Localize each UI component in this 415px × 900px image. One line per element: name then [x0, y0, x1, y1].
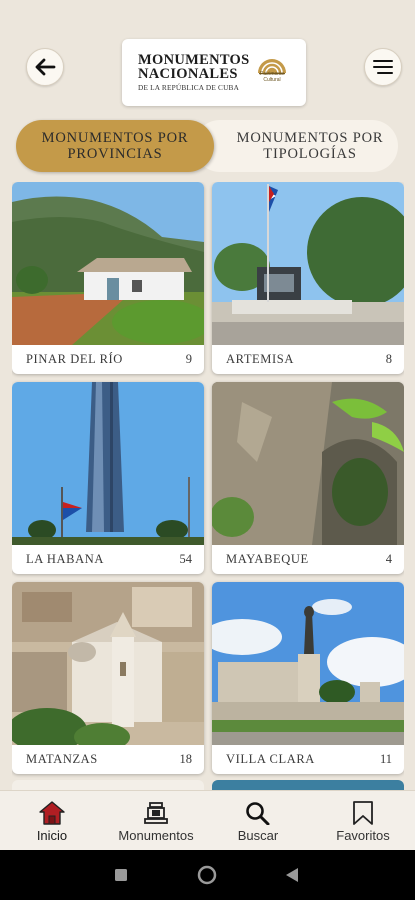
- menu-icon: [373, 60, 393, 74]
- tab-tipologias[interactable]: MONUMENTOS POR TIPOLOGÍAS: [194, 120, 398, 172]
- logo-title-line2: NACIONALES: [138, 66, 238, 82]
- nav-label-monumentos: Monumentos: [118, 828, 194, 843]
- home-system-icon[interactable]: [197, 865, 217, 885]
- back-button[interactable]: [26, 48, 64, 86]
- villa-clara-photo: [212, 582, 404, 745]
- logo-subtitle: DE LA REPÚBLICA DE CUBA: [138, 83, 240, 92]
- monument-icon: [144, 802, 168, 824]
- system-navigation-bar: [0, 850, 415, 900]
- province-card-villa-clara[interactable]: VILLA CLARA 11: [212, 582, 404, 774]
- bookmark-icon: [353, 801, 373, 825]
- monument-count: 54: [179, 552, 193, 566]
- bottom-navigation: Inicio Monumentos Buscar Favoritos: [0, 790, 415, 850]
- arrow-left-icon: [35, 58, 56, 76]
- search-icon: [246, 802, 270, 825]
- province-card-la-habana[interactable]: LA HABANA 54: [12, 382, 204, 574]
- province-card-pinar-del-rio[interactable]: PINAR DEL RÍO 9: [12, 182, 204, 374]
- nav-label-favoritos: Favoritos: [336, 828, 390, 843]
- nav-inicio[interactable]: Inicio: [24, 791, 80, 851]
- logo-title-line1: MONUMENTOS: [138, 52, 250, 68]
- recents-icon[interactable]: [114, 868, 128, 882]
- seal-caption: Patrimonio Cultural: [260, 71, 284, 83]
- nav-label-buscar: Buscar: [237, 828, 279, 843]
- mayabeque-photo: [212, 382, 404, 545]
- app-header: MONUMENTOS NACIONALES DE LA REPÚBLICA DE…: [0, 0, 415, 112]
- nav-monumentos[interactable]: Monumentos: [108, 791, 204, 851]
- la-habana-photo: [12, 382, 204, 545]
- province-name: VILLA CLARA: [226, 752, 315, 766]
- province-name: MATANZAS: [26, 752, 98, 766]
- pinar-del-rio-photo: [12, 182, 204, 345]
- monument-count: 9: [185, 352, 192, 366]
- monument-count: 4: [385, 552, 392, 566]
- next-card-peek: [12, 780, 204, 790]
- province-card-matanzas[interactable]: MATANZAS 18: [12, 582, 204, 774]
- monument-count: 18: [179, 752, 193, 766]
- province-name: MAYABEQUE: [226, 552, 309, 566]
- menu-button[interactable]: [364, 48, 402, 86]
- monument-count: 11: [379, 752, 392, 766]
- nav-favoritos[interactable]: Favoritos: [326, 791, 400, 851]
- nav-buscar[interactable]: Buscar: [228, 791, 288, 851]
- artemisa-photo: [212, 182, 404, 345]
- next-card-peek: [212, 780, 404, 790]
- monument-count: 8: [385, 352, 392, 366]
- province-grid: PINAR DEL RÍO 9 ARTEMISA 8 LA HABANA 54 …: [12, 182, 404, 790]
- province-name: PINAR DEL RÍO: [26, 352, 123, 366]
- back-system-icon[interactable]: [285, 867, 299, 883]
- province-name: LA HABANA: [26, 552, 104, 566]
- tab-provincias[interactable]: MONUMENTOS POR PROVINCIAS: [16, 120, 214, 172]
- category-tabs: MONUMENTOS POR TIPOLOGÍAS MONUMENTOS POR…: [16, 120, 398, 172]
- nav-label-inicio: Inicio: [36, 828, 68, 843]
- province-name: ARTEMISA: [226, 352, 294, 366]
- province-card-artemisa[interactable]: ARTEMISA 8: [212, 182, 404, 374]
- province-card-mayabeque[interactable]: MAYABEQUE 4: [212, 382, 404, 574]
- app-logo: MONUMENTOS NACIONALES DE LA REPÚBLICA DE…: [122, 39, 306, 106]
- matanzas-photo: [12, 582, 204, 745]
- home-icon: [39, 801, 65, 825]
